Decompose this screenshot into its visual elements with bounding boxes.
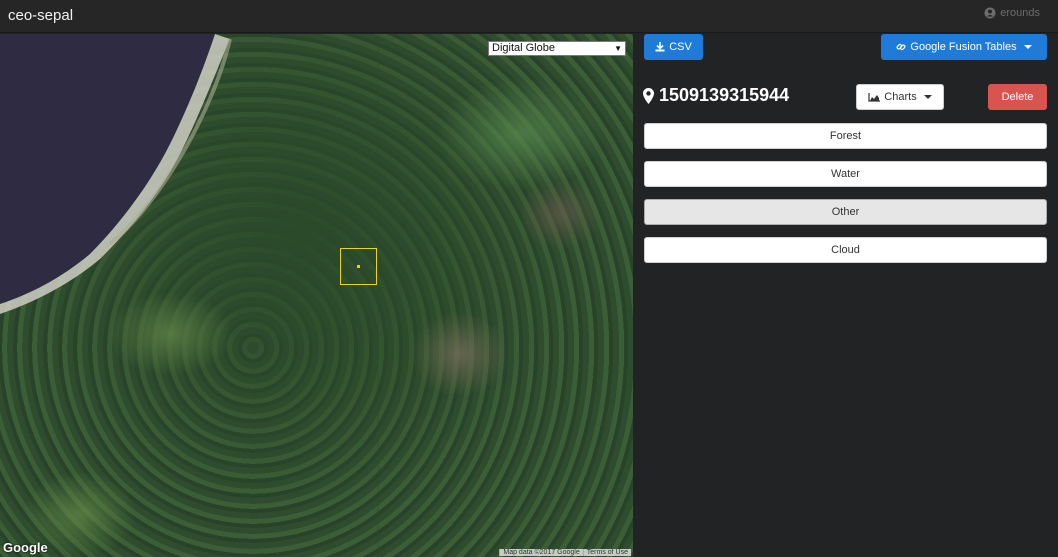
plot-id-header: 1509139315944 <box>643 85 789 106</box>
dropdown-arrow-icon: ▼ <box>614 44 622 53</box>
map-attribution: Map data ©2017 Google Terms of Use <box>499 549 631 556</box>
charts-dropdown-button[interactable]: Charts <box>856 84 944 110</box>
user-name: erounds <box>1000 7 1040 19</box>
user-menu[interactable]: erounds <box>984 7 1040 19</box>
delete-button[interactable]: Delete <box>988 84 1047 110</box>
top-navbar: ceo-sepal erounds <box>0 0 1058 33</box>
class-button-cloud[interactable]: Cloud <box>644 237 1047 263</box>
delete-button-label: Delete <box>1001 91 1034 103</box>
download-icon <box>655 42 665 52</box>
land-cover-class-list: Forest Water Other Cloud <box>644 123 1047 275</box>
google-fusion-tables-button[interactable]: Google Fusion Tables <box>881 34 1047 60</box>
class-button-other[interactable]: Other <box>644 199 1047 225</box>
imagery-select-value: Digital Globe <box>492 42 555 54</box>
terms-of-use-link[interactable]: Terms of Use <box>582 549 631 556</box>
google-logo: Google <box>3 540 48 555</box>
map-marker-icon <box>643 87 654 104</box>
plot-id-value: 1509139315944 <box>659 85 790 105</box>
charts-button-label: Charts <box>884 91 917 103</box>
fusion-button-label: Google Fusion Tables <box>910 41 1017 53</box>
class-button-forest[interactable]: Forest <box>644 123 1047 149</box>
chevron-down-icon <box>923 95 932 99</box>
chevron-down-icon <box>1023 45 1032 49</box>
map-data-credit: Map data ©2017 Google <box>499 549 583 556</box>
class-button-water[interactable]: Water <box>644 161 1047 187</box>
sample-point[interactable] <box>357 265 360 268</box>
sample-plot-outline[interactable] <box>340 248 377 285</box>
app-title[interactable]: ceo-sepal <box>8 7 73 24</box>
csv-download-button[interactable]: CSV <box>644 34 703 60</box>
area-chart-icon <box>868 92 881 102</box>
imagery-select[interactable]: Digital Globe ▼ <box>488 41 626 56</box>
user-circle-icon <box>984 7 996 19</box>
link-icon <box>896 43 906 51</box>
satellite-map[interactable]: Digital Globe ▼ Google Map data ©2017 Go… <box>0 34 633 557</box>
csv-button-label: CSV <box>669 41 692 53</box>
map-water-body <box>0 34 379 557</box>
